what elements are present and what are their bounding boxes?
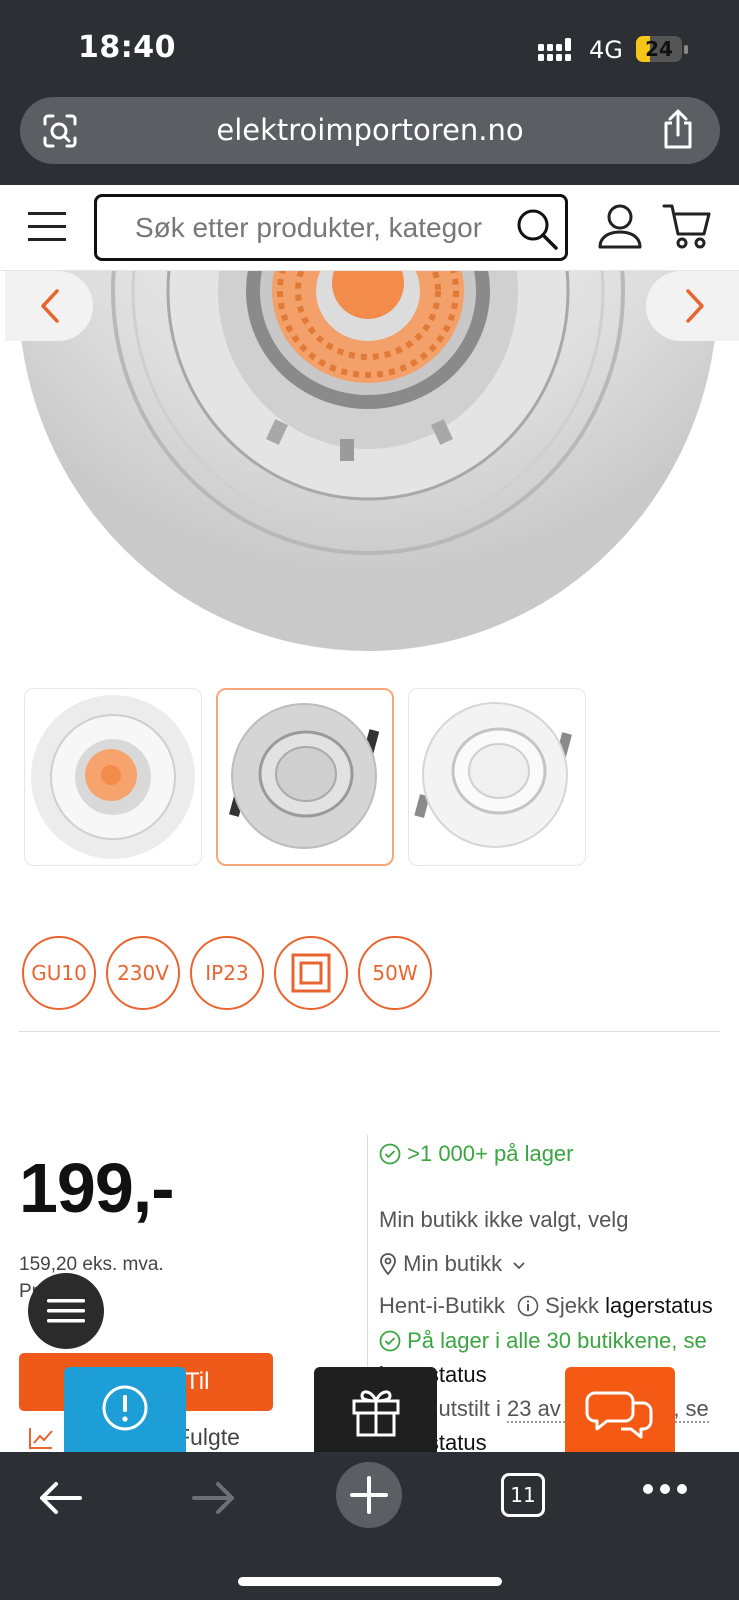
pickup-label: Hent-i-Butikk [379, 1293, 505, 1318]
menu-icon [47, 1299, 85, 1323]
new-tab-button[interactable] [336, 1462, 402, 1528]
gift-icon [352, 1390, 400, 1437]
spec-badge-voltage: 230V [106, 936, 180, 1010]
chevron-down-icon [513, 1262, 525, 1270]
lagerstatus-link[interactable]: lagerstatus [605, 1293, 713, 1318]
alert-icon [102, 1385, 148, 1431]
spec-badge-ip-rating: IP23 [190, 936, 264, 1010]
network-type: 4G [589, 36, 623, 64]
floating-menu-button[interactable] [28, 1273, 104, 1349]
tabs-button[interactable]: 11 [501, 1473, 545, 1517]
check-circle-icon [379, 1143, 401, 1165]
chat-icon [585, 1391, 653, 1439]
address-bar[interactable]: elektroimportoren.no [20, 97, 720, 164]
thumbnail-image [229, 703, 380, 849]
signal-icon [538, 38, 571, 61]
more-icon[interactable] [642, 1482, 688, 1496]
my-store-label[interactable]: Min butikk [403, 1251, 502, 1276]
price: 199,- [19, 1149, 175, 1227]
trend-icon [29, 1428, 53, 1449]
thumbnail-1[interactable] [24, 688, 202, 866]
account-icon[interactable] [597, 203, 643, 251]
product-image[interactable] [0, 271, 739, 671]
downlight-image [18, 271, 718, 651]
thumbnail-3[interactable] [408, 688, 586, 866]
pickup-line: Hent-i-Butikk Sjekk lagerstatus [379, 1293, 713, 1319]
divider [19, 1031, 720, 1032]
location-pin-icon [380, 1253, 396, 1276]
gift-button[interactable] [314, 1367, 437, 1453]
thumbnail-strip [24, 688, 604, 868]
double-insulation-icon [274, 936, 348, 1010]
all-stores-stock: På lager i alle 30 butikkene, se [379, 1328, 707, 1354]
next-image-button[interactable] [646, 271, 739, 341]
chat-button[interactable] [565, 1367, 675, 1453]
status-time: 18:40 [78, 30, 176, 65]
chevron-right-icon [686, 289, 704, 323]
online-stock-text: >1 000+ på lager [407, 1141, 574, 1166]
site-header [0, 185, 739, 271]
check-circle-icon [379, 1330, 401, 1352]
feedback-button[interactable] [64, 1367, 186, 1453]
thumbnail-image [414, 702, 572, 848]
back-icon[interactable] [36, 1474, 84, 1522]
home-indicator [238, 1577, 502, 1586]
browser-toolbar: 11 [0, 1452, 739, 1600]
url-text[interactable]: elektroimportoren.no [20, 97, 720, 164]
search-input[interactable] [135, 197, 505, 258]
check-label: Sjekk [545, 1293, 599, 1318]
share-icon[interactable] [658, 109, 698, 151]
thumbnail-image [31, 695, 195, 859]
plus-icon [350, 1476, 388, 1514]
chevron-left-icon [41, 289, 59, 323]
cart-icon[interactable] [662, 203, 712, 249]
info-icon[interactable] [517, 1295, 539, 1317]
status-bar: 18:40 4G 24 elektroimportoren.no [0, 0, 739, 185]
online-stock: >1 000+ på lager [379, 1141, 574, 1167]
battery-indicator: 24 [636, 36, 688, 62]
search-icon[interactable] [515, 207, 559, 251]
spec-badge-socket: GU10 [22, 936, 96, 1010]
spec-badges: GU10 230V IP23 50W [22, 936, 442, 1011]
thumbnail-2[interactable] [216, 688, 394, 866]
prev-image-button[interactable] [5, 271, 93, 341]
hamburger-menu-icon[interactable] [28, 209, 66, 243]
store-not-selected: Min butikk ikke valgt, velg [379, 1207, 629, 1232]
battery-level: 24 [645, 37, 673, 61]
my-store-selector[interactable]: Min butikk [379, 1251, 526, 1277]
forward-icon[interactable] [190, 1474, 238, 1522]
spec-badge-wattage: 50W [358, 936, 432, 1010]
search-box[interactable] [94, 194, 568, 261]
all-stores-text: På lager i alle 30 butikkene, se [407, 1328, 707, 1353]
